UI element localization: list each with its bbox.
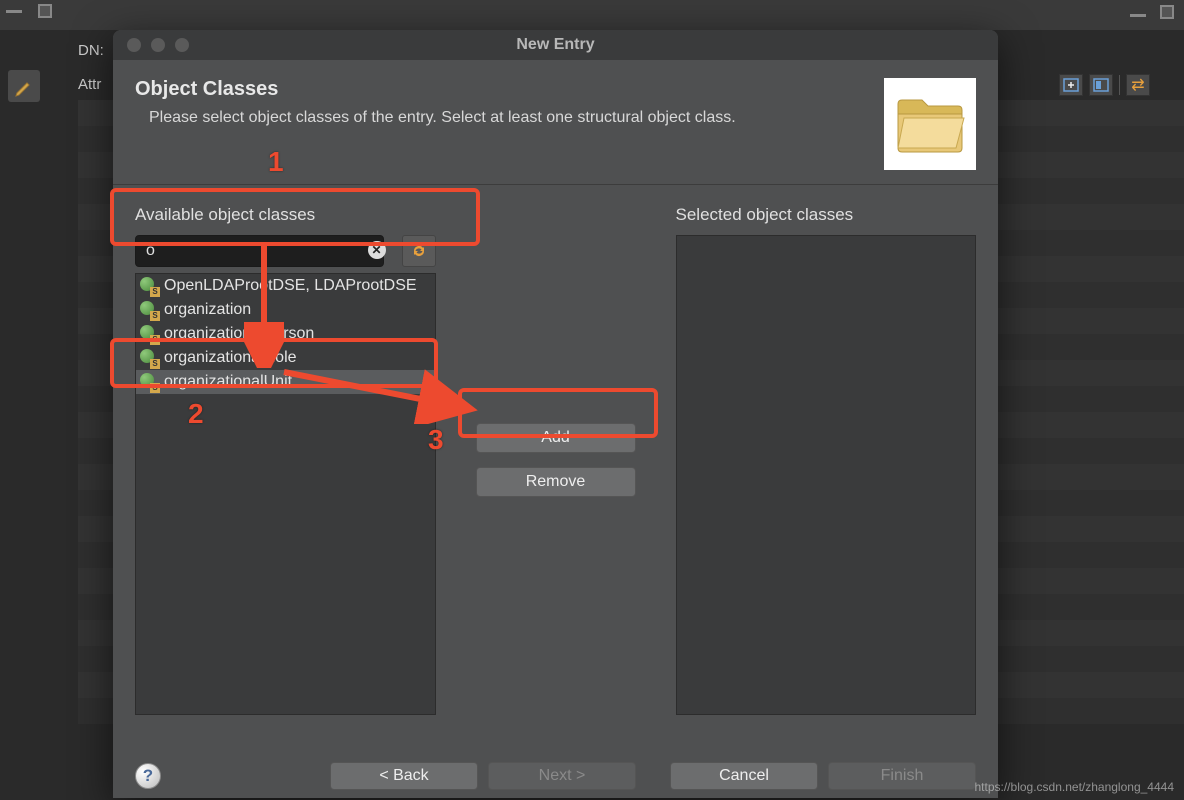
list-item-label: OpenLDAProotDSE, LDAProotDSE [164,277,417,295]
remove-button[interactable]: Remove [476,467,636,497]
available-column: Available object classes ✕ OpenLDAProotD… [135,205,436,715]
clear-search-icon[interactable]: ✕ [368,241,386,259]
bg-window-controls-right [1130,0,1184,30]
back-button[interactable]: < Back [330,762,478,790]
dialog-content: Available object classes ✕ OpenLDAProotD… [113,185,998,735]
annotation-number-1: 1 [268,146,284,178]
refresh-button[interactable] [402,235,436,267]
middle-column: Add Remove [456,205,656,715]
object-class-icon [140,277,158,295]
annotation-number-2: 2 [188,398,204,430]
add-panel-icon[interactable] [1059,74,1083,96]
maximize-icon[interactable] [38,4,52,18]
selected-column: Selected object classes [676,205,977,715]
folder-icon [884,78,976,170]
separator [1119,75,1120,95]
dialog-header: Object Classes Please select object clas… [113,60,998,185]
available-label: Available object classes [135,205,436,225]
selected-label: Selected object classes [676,205,977,225]
help-icon[interactable]: ? [135,763,161,789]
maximize-icon[interactable] [1160,5,1174,19]
bg-window-controls-left [6,10,52,18]
list-item[interactable]: organizationalRole [136,346,435,370]
list-item[interactable]: organizationalPerson [136,322,435,346]
minimize-icon[interactable] [1130,14,1146,17]
list-item-label: organization [164,301,251,319]
dialog-footer: ? < Back Next > Cancel Finish [113,762,998,798]
right-toolbar-icons: ⇄ [1059,74,1150,96]
object-class-icon [140,325,158,343]
finish-button[interactable]: Finish [828,762,976,790]
panel-icon[interactable] [1089,74,1113,96]
object-class-icon [140,373,158,391]
watermark: https://blog.csdn.net/zhanglong_4444 [975,780,1175,794]
next-button[interactable]: Next > [488,762,636,790]
list-item[interactable]: organizationalUnit [136,370,435,394]
minimize-icon[interactable] [6,10,22,13]
arrow-swap-icon[interactable]: ⇄ [1126,74,1150,96]
background-toolbar [0,0,1184,30]
list-item[interactable]: organization [136,298,435,322]
header-text: Object Classes Please select object clas… [135,78,736,127]
object-class-icon [140,349,158,367]
new-entry-dialog: New Entry Object Classes Please select o… [113,30,998,798]
list-item-label: organizationalUnit [164,373,292,391]
header-heading: Object Classes [135,78,736,101]
list-item-label: organizationalPerson [164,325,314,343]
selected-listbox[interactable] [676,235,977,715]
header-subtext: Please select object classes of the entr… [135,109,736,127]
search-input[interactable] [135,235,384,267]
pencil-tool-icon[interactable] [8,70,40,102]
cancel-button[interactable]: Cancel [670,762,818,790]
attr-label: Attr [78,76,101,93]
list-item[interactable]: OpenLDAProotDSE, LDAProotDSE [136,274,435,298]
search-row: ✕ [135,235,436,267]
object-class-icon [140,301,158,319]
dn-label: DN: [78,42,104,59]
available-listbox[interactable]: OpenLDAProotDSE, LDAProotDSE organizatio… [135,273,436,715]
annotation-number-3: 3 [428,424,444,456]
add-button[interactable]: Add [476,423,636,453]
search-wrapper: ✕ [135,235,394,267]
list-item-label: organizationalRole [164,349,297,367]
dialog-titlebar: New Entry [113,30,998,60]
dialog-title: New Entry [113,36,998,54]
